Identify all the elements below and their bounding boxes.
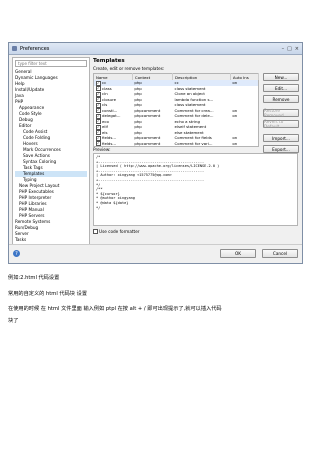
template-name-cell: ✓ fields... xyxy=(94,141,133,147)
import-button[interactable]: Import... xyxy=(263,134,299,142)
preview-area[interactable]: /* +-------------------------------------… xyxy=(93,153,298,226)
template-name: eco xyxy=(102,118,109,124)
template-name: cln xyxy=(102,91,108,96)
template-context-cell: phpcomment xyxy=(134,140,161,146)
panel-heading: Templates xyxy=(93,58,125,64)
close-icon[interactable]: × xyxy=(295,46,299,52)
template-name: elif xyxy=(102,124,108,129)
template-name: els xyxy=(102,129,108,135)
use-formatter-option[interactable]: Use code formatter xyxy=(93,229,140,234)
preview-line: */ xyxy=(96,205,101,210)
ok-button[interactable]: OK xyxy=(220,249,256,258)
templates-panel: Templates Create, edit or remove templat… xyxy=(93,57,301,245)
preference-tree-panel: type filter text General Dynamic Language… xyxy=(12,57,90,245)
preference-tree: General Dynamic Languages Help Install/Upda… xyxy=(15,69,87,243)
use-formatter-checkbox[interactable] xyxy=(93,229,98,234)
enabled-checkbox[interactable]: ✓ xyxy=(96,102,101,108)
preview-label: Preview: xyxy=(93,147,111,152)
filter-input[interactable]: type filter text xyxy=(15,60,87,67)
cancel-button[interactable]: Cancel xyxy=(262,249,298,258)
revert-to-default-button[interactable]: Revert to Default xyxy=(263,119,299,129)
preferences-window: Preferences – □ × type filter text Gener… xyxy=(8,42,303,264)
enabled-checkbox[interactable]: ✓ xyxy=(96,80,101,86)
template-name: delegat... xyxy=(102,113,121,118)
template-auto-cell: on xyxy=(232,140,238,146)
template-description-cell: Comment for vari... xyxy=(174,140,213,146)
template-name: closure xyxy=(102,96,117,102)
restore-removed-button[interactable]: Restore Removed xyxy=(263,108,299,118)
template-row[interactable]: ✓ delegat... phpcomment Comment for dele...… xyxy=(94,113,259,119)
tree-item[interactable]: Tasks xyxy=(15,237,87,243)
enabled-checkbox[interactable]: ✓ xyxy=(96,124,101,130)
template-actions: New... Edit... Remove Restore Removed Revert… xyxy=(263,73,299,156)
caption-line-2: 常用的自定义的 html 代码块 设置 xyxy=(8,291,88,297)
enabled-checkbox[interactable]: ✓ xyxy=(96,91,101,97)
template-name: class xyxy=(102,85,112,91)
dialog-footer: ? OK Cancel xyxy=(9,244,302,263)
template-name: cc xyxy=(102,80,107,85)
caption-line-1: 例如:2.html 代码设置 xyxy=(8,275,60,281)
minimize-icon[interactable]: – xyxy=(282,46,285,52)
enabled-checkbox[interactable]: ✓ xyxy=(96,135,101,141)
caption-line-3: 在使用的时候 在 html 文件里面 输入例如 ptpl 在按 alt + / … xyxy=(8,306,222,312)
edit-button[interactable]: Edit... xyxy=(263,84,299,92)
export-button[interactable]: Export... xyxy=(263,145,299,153)
template-name: consti... xyxy=(102,107,118,113)
enabled-checkbox[interactable]: ✓ xyxy=(96,113,101,119)
window-title: Preferences xyxy=(20,45,50,52)
remove-button[interactable]: Remove xyxy=(263,95,299,103)
new-button[interactable]: New... xyxy=(263,73,299,81)
maximize-icon[interactable]: □ xyxy=(287,46,292,52)
title-bar: Preferences – □ × xyxy=(9,43,302,55)
caption-line-4: 块了 xyxy=(8,318,19,324)
panel-subtitle: Create, edit or remove templates: xyxy=(93,66,165,71)
template-name: fields... xyxy=(102,135,117,140)
templates-table: Name Context Description Auto Ins ✓ cc php… xyxy=(93,73,260,147)
template-row[interactable]: ✓ fields... phpcomment Comment for vari... o… xyxy=(94,141,259,147)
template-name: fields... xyxy=(102,140,117,146)
use-formatter-label: Use code formatter xyxy=(99,229,140,234)
template-name: cls xyxy=(102,102,108,107)
window-controls: – □ × xyxy=(282,46,299,52)
window-icon xyxy=(12,46,17,51)
enabled-checkbox[interactable]: ✓ xyxy=(96,141,101,146)
help-icon[interactable]: ? xyxy=(13,250,20,257)
